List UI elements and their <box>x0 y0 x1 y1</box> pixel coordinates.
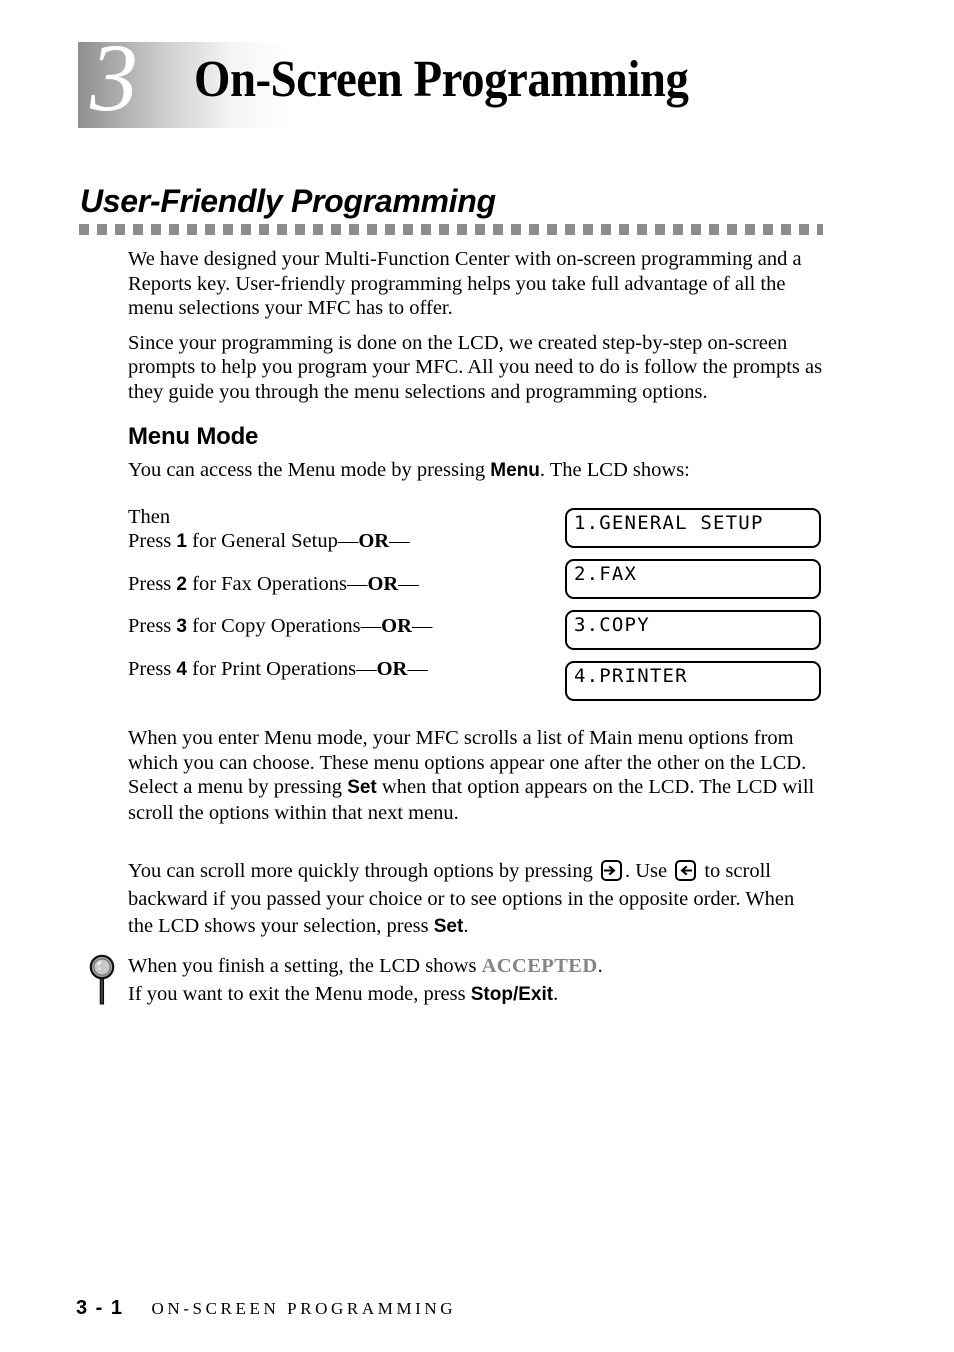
em-dash-after: — <box>389 530 410 552</box>
or-label: OR <box>358 530 390 552</box>
menu-key-label: Menu <box>490 460 540 481</box>
set-key-label-2: Set <box>433 916 464 937</box>
tip-line-1-after: . <box>597 955 603 977</box>
chapter-number: 3 <box>90 24 138 131</box>
section-divider <box>79 224 823 235</box>
press-key-4: 4 <box>176 658 187 680</box>
scroll-explanation-paragraph: When you enter Menu mode, your MFC scrol… <box>128 726 823 825</box>
tip-line-1: When you finish a setting, the LCD shows… <box>128 952 828 980</box>
menu-access-paragraph: You can access the Menu mode by pressing… <box>128 458 823 484</box>
footer-page-number: 3 - 1 <box>76 1297 124 1319</box>
lcd-screen-2: 2.FAX <box>565 559 821 599</box>
or-label: OR <box>381 615 412 637</box>
press-prefix: Press <box>128 572 177 595</box>
or-label: OR <box>376 657 408 680</box>
em-dash-after: — <box>411 615 433 637</box>
page-footer: 3 - 1 ON-SCREEN PROGRAMMING <box>76 1297 456 1320</box>
em-dash-before: — <box>360 615 382 637</box>
menu-access-text-after: . The LCD shows: <box>539 459 690 481</box>
then-label: Then <box>128 506 171 528</box>
press-key-1: 1 <box>176 531 187 552</box>
lcd-screen-2-text: 2.FAX <box>574 563 638 585</box>
em-dash-before: — <box>337 530 359 552</box>
menu-mode-heading: Menu Mode <box>128 423 259 450</box>
em-dash-after: — <box>407 657 428 680</box>
quick-scroll-paragraph: You can scroll more quickly through opti… <box>128 858 823 941</box>
left-arrow-key-icon <box>675 860 697 881</box>
press-item-2: Press 2 for Fax Operations—OR— <box>128 572 548 615</box>
right-arrow-key-icon <box>600 860 622 881</box>
or-label: OR <box>367 572 399 595</box>
chapter-header: 3 On-Screen Programming <box>78 30 858 134</box>
quick-scroll-text-1: You can scroll more quickly through opti… <box>128 860 598 882</box>
lcd-screen-3-text: 3.COPY <box>574 614 650 636</box>
lcd-screen-1: 1.GENERAL SETUP <box>565 508 821 548</box>
press-key-3: 3 <box>176 616 187 637</box>
quick-scroll-text-2: . Use <box>624 860 673 882</box>
press-prefix: Press <box>128 615 177 637</box>
tip-line-2: If you want to exit the Menu mode, press… <box>128 980 828 1009</box>
press-options-list: Then Press 1 for General Setup—OR— Press… <box>128 505 548 699</box>
quick-scroll-text-4: . <box>463 915 469 937</box>
lcd-screen-1-text: 1.GENERAL SETUP <box>574 512 764 534</box>
set-key-label: Set <box>347 777 377 798</box>
lcd-screen-3: 3.COPY <box>565 610 821 650</box>
page-title: On-Screen Programming <box>194 51 689 108</box>
status-badge-accepted: ACCEPTED <box>481 955 598 977</box>
lcd-screen-stack: 1.GENERAL SETUP 2.FAX 3.COPY 4.PRINTER <box>565 508 823 712</box>
press-item-3: Press 3 for Copy Operations—OR— <box>128 614 548 657</box>
lcd-screen-4: 4.PRINTER <box>565 661 821 701</box>
press-middle: for Copy Operations <box>187 615 361 637</box>
section-heading: User-Friendly Programming <box>80 183 496 219</box>
stop-exit-key-label: Stop/Exit <box>470 984 554 1005</box>
press-key-2: 2 <box>176 573 187 595</box>
press-middle: for General Setup <box>187 530 338 552</box>
press-prefix: Press <box>128 657 177 680</box>
intro-paragraph-2: Since your programming is done on the LC… <box>128 331 823 403</box>
tip-line-2-before: If you want to exit the Menu mode, press <box>128 983 471 1005</box>
intro-paragraph-1: We have designed your Multi-Function Cen… <box>128 248 802 319</box>
press-prefix: Press <box>128 530 177 552</box>
magnifying-glass-icon <box>89 954 115 1005</box>
menu-access-text-before: You can access the Menu mode by pressing <box>128 459 491 481</box>
tip-text: When you finish a setting, the LCD shows… <box>128 952 828 1009</box>
press-middle: for Print Operations <box>187 657 357 680</box>
lcd-screen-4-text: 4.PRINTER <box>574 665 688 687</box>
tip-line-1-before: When you finish a setting, the LCD shows <box>128 955 482 977</box>
tip-line-2-after: . <box>553 983 559 1005</box>
em-dash-before: — <box>346 572 368 595</box>
em-dash-after: — <box>398 572 419 595</box>
em-dash-before: — <box>356 657 377 680</box>
press-item-1: Press 1 for General Setup—OR— <box>128 529 548 572</box>
press-middle: for Fax Operations <box>187 572 347 595</box>
intro-paragraphs: We have designed your Multi-Function Cen… <box>128 247 823 404</box>
footer-chapter-title: ON-SCREEN PROGRAMMING <box>151 1299 457 1318</box>
press-item-4: Press 4 for Print Operations—OR— <box>128 657 548 700</box>
